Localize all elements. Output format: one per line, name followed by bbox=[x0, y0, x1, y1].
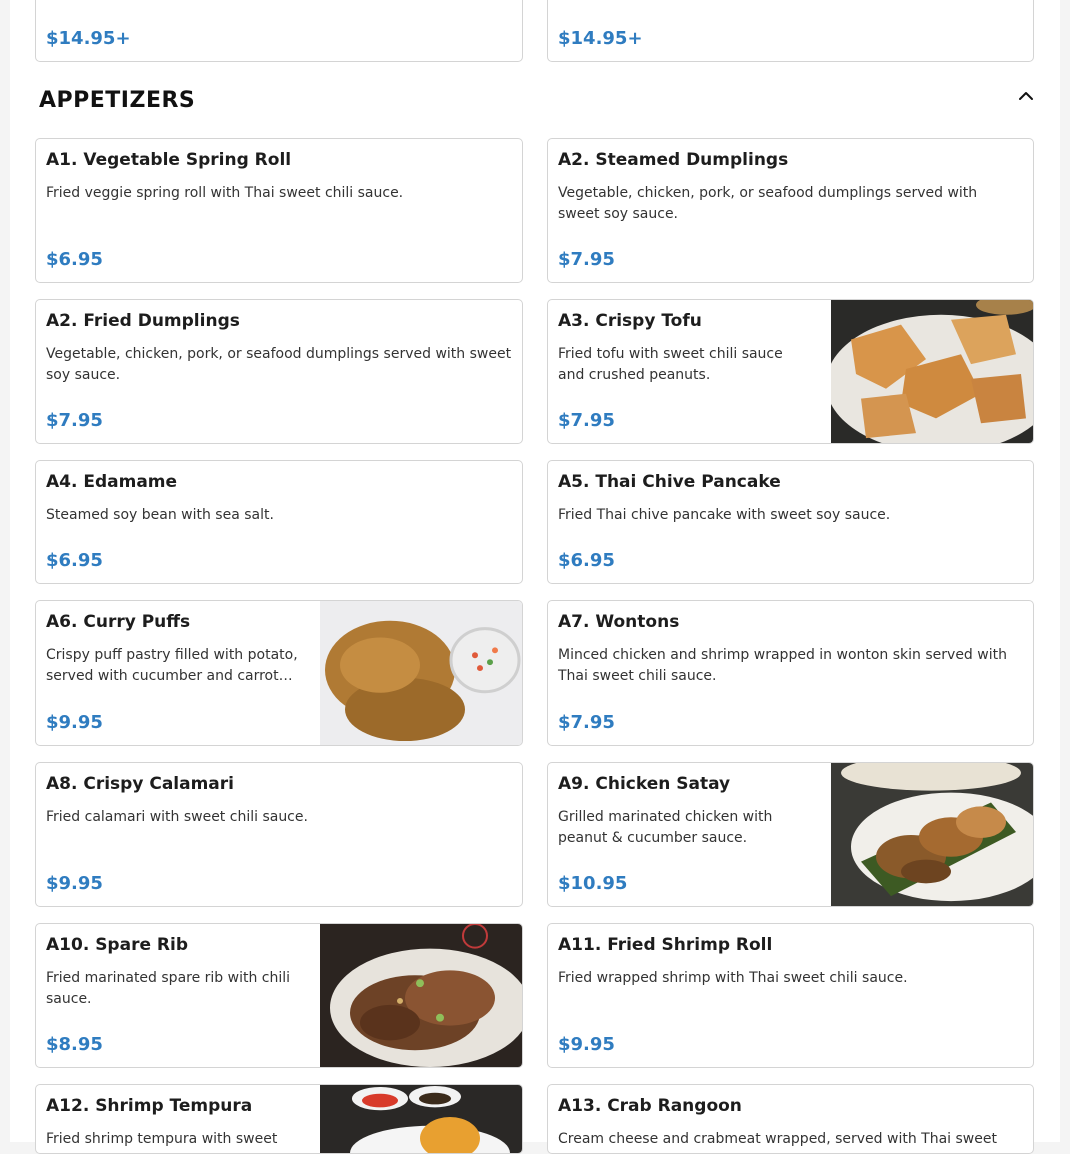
item-name: A7. Wontons bbox=[558, 612, 680, 632]
item-price: $7.95 bbox=[558, 712, 615, 733]
item-name: A12. Shrimp Tempura bbox=[46, 1096, 253, 1116]
item-price: $9.95 bbox=[558, 1034, 615, 1055]
item-name: A10. Spare Rib bbox=[46, 935, 188, 955]
section-title: APPETIZERS bbox=[39, 88, 196, 113]
item-price: $7.95 bbox=[558, 249, 615, 270]
menu-item-card[interactable]: A6. Curry Puffs Crispy puff pastry fille… bbox=[35, 600, 523, 746]
menu-item-card[interactable]: A4. Edamame Steamed soy bean with sea sa… bbox=[35, 460, 523, 584]
item-description: Fried tofu with sweet chili sauce and cr… bbox=[558, 346, 783, 383]
item-description: Vegetable, chicken, pork, or seafood dum… bbox=[558, 185, 978, 222]
item-name: A4. Edamame bbox=[46, 472, 178, 492]
item-description: Fried marinated spare rib with chili sau… bbox=[46, 970, 291, 1007]
item-price: $10.95 bbox=[558, 873, 628, 894]
menu-item-card[interactable]: A12. Shrimp Tempura Fried shrimp tempura… bbox=[35, 1084, 523, 1154]
item-description: Fried wrapped shrimp with Thai sweet chi… bbox=[558, 970, 908, 986]
menu-item-card[interactable]: A10. Spare Rib Fried marinated spare rib… bbox=[35, 923, 523, 1068]
menu-item-card[interactable]: A11. Fried Shrimp Roll Fried wrapped shr… bbox=[547, 923, 1034, 1068]
item-name: A3. Crispy Tofu bbox=[558, 311, 702, 331]
item-name: A6. Curry Puffs bbox=[46, 612, 191, 632]
item-price: $7.95 bbox=[46, 410, 103, 431]
menu-item-card[interactable]: A8. Crispy Calamari Fried calamari with … bbox=[35, 762, 523, 907]
menu-item-card[interactable]: A9. Chicken Satay Grilled marinated chic… bbox=[547, 762, 1034, 907]
item-name: A2. Fried Dumplings bbox=[46, 311, 240, 331]
menu-page: $14.95+ $14.95+ APPETIZERS A1. Vegetable… bbox=[10, 0, 1060, 1154]
item-price: $9.95 bbox=[46, 873, 103, 894]
item-price: $9.95 bbox=[46, 712, 103, 733]
item-price: $7.95 bbox=[558, 410, 615, 431]
menu-item-card[interactable]: A7. Wontons Minced chicken and shrimp wr… bbox=[547, 600, 1034, 746]
menu-item-card[interactable]: $14.95+ bbox=[547, 0, 1034, 62]
menu-item-card[interactable]: A5. Thai Chive Pancake Fried Thai chive … bbox=[547, 460, 1034, 584]
item-description: Minced chicken and shrimp wrapped in won… bbox=[558, 647, 1007, 684]
shrimp-tempura-photo bbox=[320, 1085, 522, 1153]
menu-item-card[interactable]: A13. Crab Rangoon Cream cheese and crabm… bbox=[547, 1084, 1034, 1154]
item-description: Fried Thai chive pancake with sweet soy … bbox=[558, 507, 891, 523]
item-description: Cream cheese and crabmeat wrapped, serve… bbox=[558, 1131, 997, 1147]
item-description: Vegetable, chicken, pork, or seafood dum… bbox=[46, 346, 512, 383]
item-price: $6.95 bbox=[46, 249, 103, 270]
item-name: A5. Thai Chive Pancake bbox=[558, 472, 781, 492]
menu-item-card[interactable]: A2. Fried Dumplings Vegetable, chicken, … bbox=[35, 299, 523, 444]
spare-rib-photo bbox=[320, 924, 522, 1067]
item-description: Crispy puff pastry filled with potato, s… bbox=[46, 647, 298, 684]
item-description: Fried calamari with sweet chili sauce. bbox=[46, 809, 308, 825]
menu-item-card[interactable]: $14.95+ bbox=[35, 0, 523, 62]
item-price: $6.95 bbox=[46, 550, 103, 571]
menu-item-card[interactable]: A3. Crispy Tofu Fried tofu with sweet ch… bbox=[547, 299, 1034, 444]
menu-item-card[interactable]: A2. Steamed Dumplings Vegetable, chicken… bbox=[547, 138, 1034, 283]
item-description: Fried shrimp tempura with sweet bbox=[46, 1131, 278, 1147]
chevron-up-icon[interactable] bbox=[1015, 86, 1037, 106]
item-price: $6.95 bbox=[558, 550, 615, 571]
item-price: $14.95+ bbox=[558, 28, 643, 49]
item-description: Fried veggie spring roll with Thai sweet… bbox=[46, 185, 404, 201]
chicken-satay-photo bbox=[831, 763, 1033, 906]
item-name: A13. Crab Rangoon bbox=[558, 1096, 742, 1116]
item-description: Steamed soy bean with sea salt. bbox=[46, 507, 274, 523]
curry-puffs-photo bbox=[320, 601, 522, 745]
item-name: A9. Chicken Satay bbox=[558, 774, 731, 794]
item-price: $14.95+ bbox=[46, 28, 131, 49]
item-price: $8.95 bbox=[46, 1034, 103, 1055]
menu-item-card[interactable]: A1. Vegetable Spring Roll Fried veggie s… bbox=[35, 138, 523, 283]
item-name: A8. Crispy Calamari bbox=[46, 774, 234, 794]
item-name: A1. Vegetable Spring Roll bbox=[46, 150, 292, 170]
item-name: A11. Fried Shrimp Roll bbox=[558, 935, 773, 955]
crispy-tofu-photo bbox=[831, 300, 1033, 443]
item-description: Grilled marinated chicken with peanut & … bbox=[558, 809, 773, 846]
item-name: A2. Steamed Dumplings bbox=[558, 150, 789, 170]
